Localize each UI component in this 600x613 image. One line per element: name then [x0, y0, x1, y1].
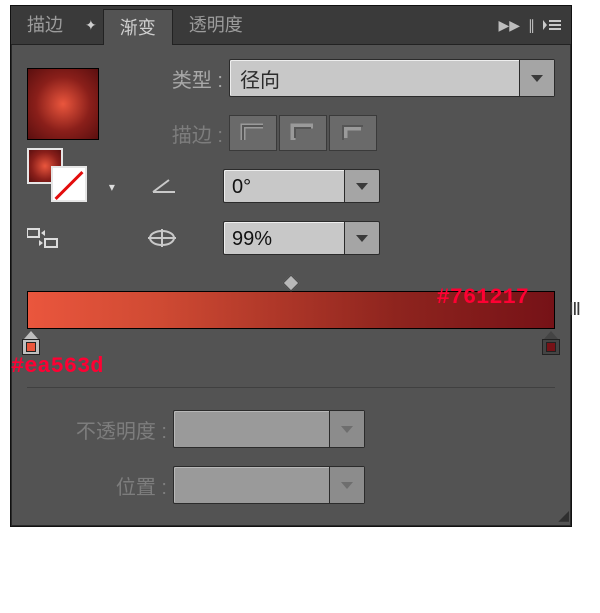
- stroke-align-group: [229, 115, 377, 151]
- aspect-ratio-icon: [133, 226, 185, 250]
- swatch-dropdown-caret[interactable]: ▾: [109, 180, 115, 194]
- type-row: 类型 : 径向: [133, 59, 555, 97]
- gradient-stop-right[interactable]: [542, 331, 560, 353]
- bottom-section: 不透明度 : 位置 :: [27, 387, 555, 504]
- divider-icon: ∥: [528, 17, 535, 34]
- gradient-panel: 描边 ✦ 渐变 透明度 ▶▶ ∥ ▾: [10, 5, 572, 527]
- type-select[interactable]: 径向: [229, 59, 555, 97]
- gradient-stop-left[interactable]: [22, 331, 40, 353]
- reverse-gradient-icon[interactable]: [27, 226, 133, 253]
- panel-body: ▾ 类型 :: [11, 45, 571, 526]
- location-select: [173, 466, 365, 504]
- angle-arrow[interactable]: [344, 169, 380, 203]
- stroke-swatch-none[interactable]: [51, 166, 87, 202]
- form-column: 类型 : 径向 描边 :: [133, 59, 555, 261]
- ramp-tick-icon: Ⅲ: [569, 299, 579, 320]
- stroke-row: 描边 :: [133, 115, 555, 151]
- aspect-arrow[interactable]: [344, 221, 380, 255]
- angle-row: 0°: [133, 169, 555, 203]
- aspect-field[interactable]: 99%: [223, 221, 380, 255]
- opacity-label: 不透明度 :: [27, 415, 173, 444]
- angle-icon: [133, 176, 185, 196]
- gradient-preview-swatch[interactable]: [27, 68, 99, 140]
- angle-value[interactable]: 0°: [223, 169, 344, 203]
- opacity-select: [173, 410, 365, 448]
- angle-field[interactable]: 0°: [223, 169, 380, 203]
- panel-menu-icon[interactable]: [543, 18, 561, 32]
- tab-transparency[interactable]: 透明度: [173, 6, 259, 44]
- stroke-align-along[interactable]: [279, 115, 327, 151]
- tab-stroke[interactable]: 描边: [11, 6, 79, 44]
- stroke-align-across[interactable]: [329, 115, 377, 151]
- aspect-row: 99%: [133, 221, 555, 255]
- aspect-value[interactable]: 99%: [223, 221, 344, 255]
- left-swatch-column: ▾: [27, 68, 133, 253]
- panel-collapse-toggle[interactable]: ✦: [79, 6, 103, 44]
- midpoint-diamond[interactable]: [283, 275, 300, 292]
- annotation-left-hex: #ea563d: [11, 354, 103, 379]
- type-select-value: 径向: [230, 64, 519, 93]
- skip-forward-icon[interactable]: ▶▶: [498, 17, 520, 34]
- fill-stroke-swatches: [27, 148, 97, 208]
- stroke-label: 描边 :: [133, 119, 229, 148]
- stroke-align-within[interactable]: [229, 115, 277, 151]
- tab-gradient[interactable]: 渐变: [103, 9, 173, 45]
- resize-grip-icon[interactable]: ◢: [558, 507, 567, 524]
- location-row: 位置 :: [27, 466, 555, 504]
- location-label: 位置 :: [27, 471, 173, 500]
- tab-bar: 描边 ✦ 渐变 透明度 ▶▶ ∥: [11, 6, 571, 45]
- opacity-row: 不透明度 :: [27, 410, 555, 448]
- annotation-right-hex: #761217: [437, 285, 529, 310]
- type-label: 类型 :: [133, 64, 229, 93]
- type-select-arrow[interactable]: [519, 60, 554, 96]
- gradient-ramp-area: Ⅲ #761217 #ea563d: [27, 291, 555, 329]
